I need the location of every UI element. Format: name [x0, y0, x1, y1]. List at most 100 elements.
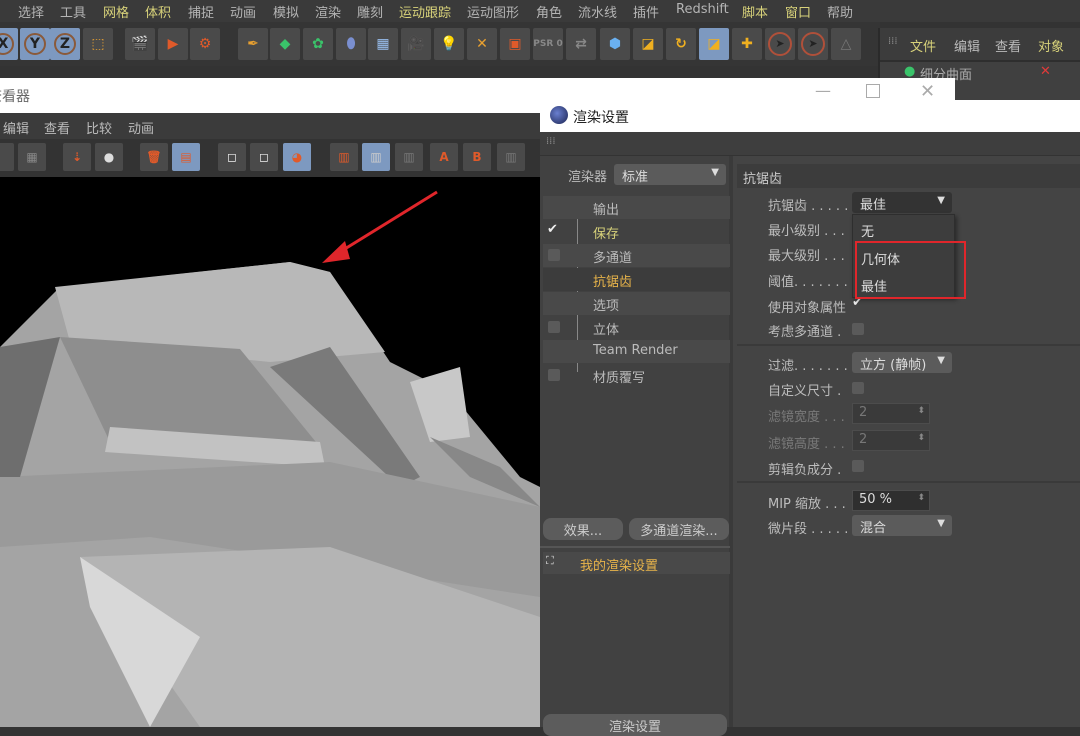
menu-tools[interactable]: 工具 [60, 2, 86, 21]
view-a-icon[interactable]: ◻ [218, 143, 246, 171]
tree-item-team-render[interactable]: Team Render [543, 340, 730, 363]
antialias-label: 抗锯齿 . . . . . [768, 195, 848, 214]
visibility-x-icon[interactable]: ✕ [1040, 64, 1051, 79]
psr-icon[interactable]: PSR 0 [533, 28, 563, 60]
view-layers-icon[interactable]: ◕ [283, 143, 311, 171]
tree-item-output[interactable]: 输出 [543, 196, 730, 219]
om-menu-edit[interactable]: 编辑 [954, 36, 980, 55]
set-b-icon[interactable]: B [463, 143, 491, 171]
coordinate-system-icon[interactable]: ⬚ [83, 28, 113, 60]
tool-icon[interactable] [0, 143, 14, 171]
effects-button[interactable]: 效果... [543, 518, 623, 540]
menu-window[interactable]: 窗口 [785, 2, 811, 21]
view-b-icon[interactable]: ◻ [250, 143, 278, 171]
close-icon[interactable]: ✕ [920, 81, 935, 102]
symmetry-icon[interactable]: △ [831, 28, 861, 60]
menu-motion-tracking[interactable]: 运动跟踪 [399, 2, 451, 21]
ab-toggle-icon[interactable]: ▥ [497, 143, 525, 171]
render-view-icon[interactable]: 🎬 [125, 28, 155, 60]
add-layer-icon[interactable]: ● [95, 143, 123, 171]
menu-script[interactable]: 脚本 [742, 2, 768, 21]
delete-icon[interactable]: 🗑 [140, 143, 168, 171]
viewer-menu-view[interactable]: 查看 [44, 118, 70, 137]
filter-dropdown[interactable]: 立方 (静帧)▼ [852, 352, 952, 373]
tree-item-stereoscopic[interactable]: 立体 [543, 316, 730, 339]
antialias-dropdown[interactable]: 最佳▼ [852, 192, 952, 213]
om-menu-view[interactable]: 查看 [995, 36, 1021, 55]
option-none[interactable]: 无 [861, 221, 874, 240]
micropolygon-dropdown[interactable]: 混合▼ [852, 515, 952, 536]
consider-multipass-checkbox[interactable] [852, 323, 864, 335]
scale-active-icon[interactable]: ◪ [699, 28, 729, 60]
multipass-render-button[interactable]: 多通道渲染... [629, 518, 729, 540]
tree-item-multipass[interactable]: 多通道 [543, 244, 730, 267]
menu-plugins[interactable]: 插件 [633, 2, 659, 21]
pen-tool-icon[interactable]: ✒ [238, 28, 268, 60]
menu-sculpt[interactable]: 雕刻 [357, 2, 383, 21]
rotate-icon[interactable]: ↻ [666, 28, 696, 60]
om-menu-object[interactable]: 对象 [1038, 36, 1064, 55]
render-settings-button[interactable]: 渲染设置 [543, 714, 727, 736]
render-picture-viewer-icon[interactable]: ▶ [158, 28, 188, 60]
om-menu-file[interactable]: 文件 [910, 36, 936, 55]
tree-item-material-override[interactable]: 材质覆写 [543, 364, 730, 387]
floor-icon[interactable]: ▦ [368, 28, 398, 60]
menu-mesh[interactable]: 网格 [103, 2, 129, 21]
camera-icon[interactable]: 🎥 [401, 28, 431, 60]
scale-icon[interactable]: ◪ [633, 28, 663, 60]
grid-icon[interactable]: ▦ [18, 143, 46, 171]
filter-width-input[interactable]: 2⬍ [852, 403, 930, 424]
minimize-icon[interactable]: — [815, 81, 831, 100]
menu-snap[interactable]: 捕捉 [188, 2, 214, 21]
material-override-checkbox[interactable] [548, 369, 560, 381]
set-a-icon[interactable]: A [430, 143, 458, 171]
add-frame-icon[interactable]: ⇣ [63, 143, 91, 171]
menu-select[interactable]: 选择 [18, 2, 44, 21]
menu-mograph[interactable]: 运动图形 [467, 2, 519, 21]
move-icon[interactable]: ✚ [732, 28, 762, 60]
ab-compare-icon[interactable]: ▥ [330, 143, 358, 171]
z-axis-lock-button[interactable]: Z [50, 28, 80, 60]
ab-split-icon[interactable]: ▥ [362, 143, 390, 171]
light-icon[interactable]: 💡 [434, 28, 464, 60]
viewer-menu-animate[interactable]: 动画 [128, 118, 154, 137]
deformer-icon[interactable]: ⬮ [336, 28, 366, 60]
viewer-menu-compare[interactable]: 比较 [86, 118, 112, 137]
custom-size-checkbox[interactable] [852, 382, 864, 394]
menu-animate[interactable]: 动画 [230, 2, 256, 21]
live-selection-icon[interactable]: ➤ [765, 28, 795, 60]
menu-volume[interactable]: 体积 [145, 2, 171, 21]
mip-scale-input[interactable]: 50 %⬍ [852, 490, 930, 511]
tag-icon[interactable]: ▣ [500, 28, 530, 60]
effector-icon[interactable]: ✕ [467, 28, 497, 60]
dialog-title: 渲染设置 [573, 107, 629, 127]
tree-item-antialiasing[interactable]: 抗锯齿 [543, 268, 730, 291]
menu-character[interactable]: 角色 [536, 2, 562, 21]
renderer-dropdown[interactable]: 标准▼ [614, 164, 726, 185]
preset-my-render-settings[interactable]: ⛶ 我的渲染设置 [543, 552, 730, 574]
render-settings-icon[interactable]: ⚙ [190, 28, 220, 60]
x-axis-lock-button[interactable]: X [0, 28, 18, 60]
viewer-menu-edit[interactable]: 编辑 [3, 118, 29, 137]
subdivision-icon[interactable]: ✿ [303, 28, 333, 60]
coordinates-icon[interactable]: ⇄ [566, 28, 596, 60]
menu-pipeline[interactable]: 流水线 [578, 2, 617, 21]
tree-item-options[interactable]: 选项 [543, 292, 730, 315]
maximize-icon[interactable] [866, 84, 880, 98]
menu-help[interactable]: 帮助 [827, 2, 853, 21]
clip-negative-checkbox[interactable] [852, 460, 864, 472]
filter-height-input[interactable]: 2⬍ [852, 430, 930, 451]
tree-item-save[interactable]: ✔保存 [543, 220, 730, 243]
history-icon[interactable]: ▤ [172, 143, 200, 171]
menu-simulate[interactable]: 模拟 [273, 2, 299, 21]
ab-swap-icon[interactable]: ▥ [395, 143, 423, 171]
stereoscopic-checkbox[interactable] [548, 321, 560, 333]
multipass-checkbox[interactable] [548, 249, 560, 261]
y-axis-lock-button[interactable]: Y [20, 28, 50, 60]
checkmark-icon[interactable]: ✔ [547, 222, 558, 237]
selection-icon[interactable]: ➤ [798, 28, 828, 60]
menu-render[interactable]: 渲染 [315, 2, 341, 21]
menu-redshift[interactable]: Redshift [676, 2, 729, 17]
model-mode-icon[interactable]: ⬢ [600, 28, 630, 60]
cube-primitive-icon[interactable]: ◆ [270, 28, 300, 60]
